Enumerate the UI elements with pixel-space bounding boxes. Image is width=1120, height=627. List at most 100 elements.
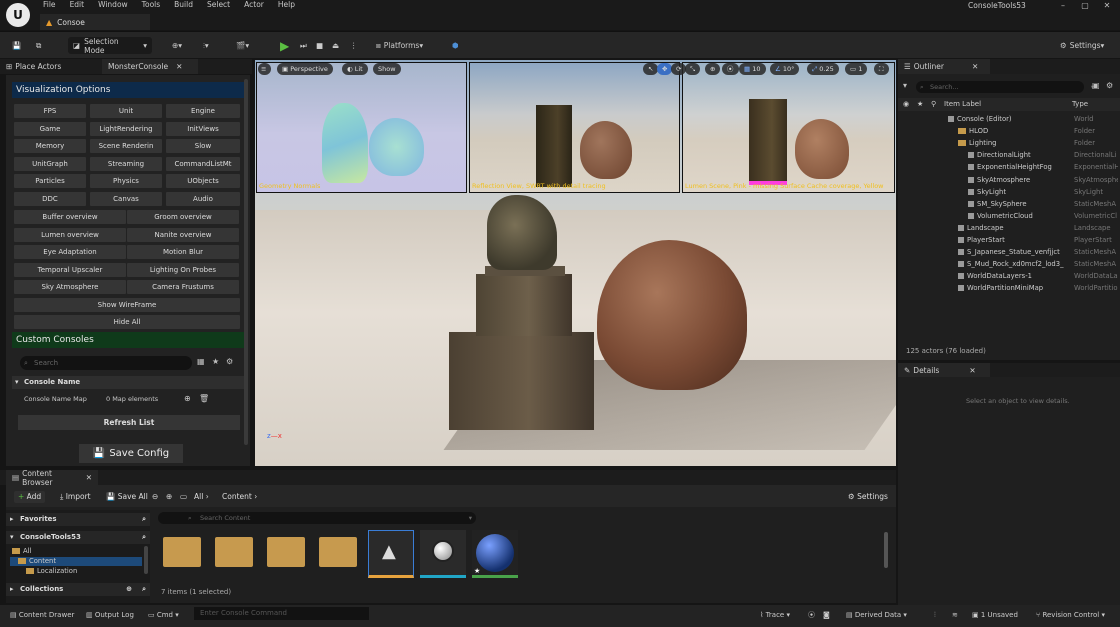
- asset-folder[interactable]: [215, 537, 253, 567]
- content-drawer-button[interactable]: ▤ Content Drawer: [10, 609, 74, 621]
- outliner-row[interactable]: WorldPartitionMiniMap WorldPartitio: [898, 282, 1120, 294]
- tab-place-actors[interactable]: ⊞ Place Actors: [0, 59, 67, 74]
- collections-section[interactable]: ▸ Collections ⊕ ⌕: [6, 583, 150, 596]
- visualization-button[interactable]: Slow: [166, 139, 240, 154]
- outliner-row[interactable]: PlayerStart PlayerStart: [898, 234, 1120, 246]
- collapse-arrow-icon[interactable]: ▾: [15, 376, 19, 389]
- sources-scrollbar[interactable]: [144, 546, 148, 574]
- refresh-list-button[interactable]: Refresh List: [18, 415, 240, 430]
- unreal-logo-icon[interactable]: U: [6, 3, 30, 27]
- outliner-row[interactable]: HLOD Folder: [898, 125, 1120, 137]
- add-button[interactable]: + Add: [14, 491, 46, 503]
- visualization-button[interactable]: Audio: [166, 192, 240, 206]
- search-icon[interactable]: ⌕: [142, 513, 146, 526]
- visualization-button[interactable]: Groom overview: [127, 210, 239, 224]
- outliner-row[interactable]: Landscape Landscape: [898, 222, 1120, 234]
- level-tab[interactable]: ▲ Consoe: [40, 14, 150, 30]
- menu-file[interactable]: File: [36, 0, 63, 12]
- visualization-button[interactable]: Physics: [90, 174, 162, 189]
- scale-tool-icon[interactable]: ⤡: [685, 63, 701, 75]
- close-tab-icon[interactable]: ✕: [969, 366, 975, 375]
- surface-snap-icon[interactable]: ⦿: [722, 63, 739, 75]
- minimize-icon[interactable]: –: [1052, 0, 1074, 12]
- visualization-button[interactable]: Temporal Upscaler: [14, 262, 126, 277]
- tab-monster-console[interactable]: MonsterConsole ✕: [102, 59, 198, 74]
- menu-actor[interactable]: Actor: [237, 0, 271, 12]
- show-button[interactable]: Show: [373, 63, 401, 75]
- table-view-icon[interactable]: ▦: [197, 357, 205, 366]
- tree-item-content[interactable]: Content: [10, 557, 142, 566]
- menu-help[interactable]: Help: [271, 0, 302, 12]
- visualization-button[interactable]: Eye Adaptation: [14, 245, 126, 260]
- gear-icon[interactable]: ⚙: [226, 357, 233, 366]
- viewport-menu-icon[interactable]: ≡: [258, 63, 271, 75]
- outliner-row[interactable]: S_Japanese_Statue_venfjjct StaticMeshA: [898, 246, 1120, 258]
- asset-folder[interactable]: [267, 537, 305, 567]
- cmd-dropdown[interactable]: ▭ Cmd ▾: [148, 609, 179, 621]
- visualization-button[interactable]: Unit: [90, 104, 162, 118]
- asset-folder[interactable]: [163, 537, 201, 567]
- visualization-button[interactable]: Camera Frustums: [127, 280, 239, 295]
- panel-scrollbar[interactable]: [244, 79, 248, 445]
- outliner-row[interactable]: SkyAtmosphere SkyAtmosphe: [898, 174, 1120, 186]
- item-label-column[interactable]: Item Label: [944, 100, 981, 108]
- search-icon[interactable]: ⌕: [142, 583, 146, 596]
- output-log-button[interactable]: ▥ Output Log: [86, 609, 134, 621]
- favorites-section[interactable]: ▸ Favorites ⌕: [6, 513, 150, 526]
- source-control-icon[interactable]: ⫶: [934, 609, 936, 621]
- visibility-icon[interactable]: ◉: [903, 100, 909, 108]
- menu-build[interactable]: Build: [167, 0, 200, 12]
- derived-data-button[interactable]: ▤ Derived Data ▾: [846, 609, 907, 621]
- screenshot-icon[interactable]: ◙: [823, 609, 830, 621]
- play-button[interactable]: ▶: [280, 37, 289, 54]
- maximize-icon[interactable]: ▢: [1074, 0, 1096, 12]
- type-column[interactable]: Type: [1072, 100, 1088, 108]
- outliner-row[interactable]: SM_SkySphere StaticMeshA: [898, 198, 1120, 210]
- console-search-input[interactable]: ⌕ Search: [20, 356, 192, 370]
- visualization-button[interactable]: Motion Blur: [127, 245, 239, 260]
- perspective-button[interactable]: ▣ Perspective: [277, 63, 333, 75]
- level-viewport[interactable]: Geometry Normals Reflection View, SWRT w…: [255, 60, 896, 466]
- outliner-row[interactable]: SkyLight SkyLight: [898, 186, 1120, 198]
- outliner-row[interactable]: WorldDataLayers-1 WorldDataLa: [898, 270, 1120, 282]
- history-back-icon[interactable]: ⊖: [152, 491, 158, 503]
- visualization-button[interactable]: InitViews: [166, 121, 240, 136]
- visualization-button[interactable]: Nanite overview: [127, 227, 239, 242]
- visualization-button[interactable]: Engine: [166, 104, 240, 118]
- asset-material[interactable]: ★: [472, 530, 518, 578]
- selection-mode-dropdown[interactable]: ◪ Selection Mode ▾: [68, 37, 152, 55]
- wifi-icon[interactable]: ≋: [952, 609, 958, 621]
- visualization-button[interactable]: Game: [14, 121, 86, 136]
- visualization-button[interactable]: Lumen overview: [14, 227, 126, 242]
- content-search-input[interactable]: ⌕ Search Content ▾: [158, 512, 476, 524]
- close-tab-icon[interactable]: ✕: [972, 62, 978, 71]
- menu-window[interactable]: Window: [91, 0, 135, 12]
- menu-tools[interactable]: Tools: [135, 0, 167, 12]
- source-control-icon[interactable]: ⧉: [36, 37, 41, 54]
- lit-button[interactable]: ◐ Lit: [342, 63, 368, 75]
- history-forward-icon[interactable]: ⊕: [166, 491, 172, 503]
- unsaved-button[interactable]: ▣ 1 Unsaved: [972, 609, 1018, 621]
- import-button[interactable]: ⤓ Import: [60, 491, 91, 503]
- filter-icon[interactable]: ▾: [903, 81, 907, 90]
- visualization-button[interactable]: UnitGraph: [14, 156, 86, 171]
- grid-snap-button[interactable]: ▦ 10: [739, 63, 766, 75]
- visualization-button[interactable]: UObjects: [166, 174, 240, 189]
- marketplace-icon[interactable]: ⬢: [452, 37, 459, 54]
- outliner-row[interactable]: S_Mud_Rock_xd0mcf2_lod3_ StaticMeshA: [898, 258, 1120, 270]
- visualization-button[interactable]: Lighting On Probes: [127, 262, 239, 277]
- content-scrollbar[interactable]: [884, 532, 888, 568]
- play-options-icon[interactable]: ⋮: [350, 37, 358, 54]
- revision-control-button[interactable]: ⑂ Revision Control ▾: [1036, 609, 1105, 621]
- visualization-button[interactable]: Buffer overview: [14, 210, 126, 224]
- visualization-button[interactable]: Memory: [14, 139, 86, 154]
- outliner-row[interactable]: Console (Editor) World: [898, 113, 1120, 125]
- breadcrumb-all[interactable]: All ›: [194, 491, 209, 503]
- blueprint-icon[interactable]: ⫶▾: [203, 37, 209, 54]
- visualization-button[interactable]: Streaming: [90, 156, 162, 171]
- tree-item-localization[interactable]: Localization: [26, 567, 77, 576]
- outliner-search-input[interactable]: ⌕ Search... ▾: [916, 81, 1094, 93]
- add-collection-icon[interactable]: ⊕: [126, 583, 132, 596]
- menu-select[interactable]: Select: [200, 0, 237, 12]
- tab-content-browser[interactable]: ▤ Content Browser ✕: [6, 469, 98, 487]
